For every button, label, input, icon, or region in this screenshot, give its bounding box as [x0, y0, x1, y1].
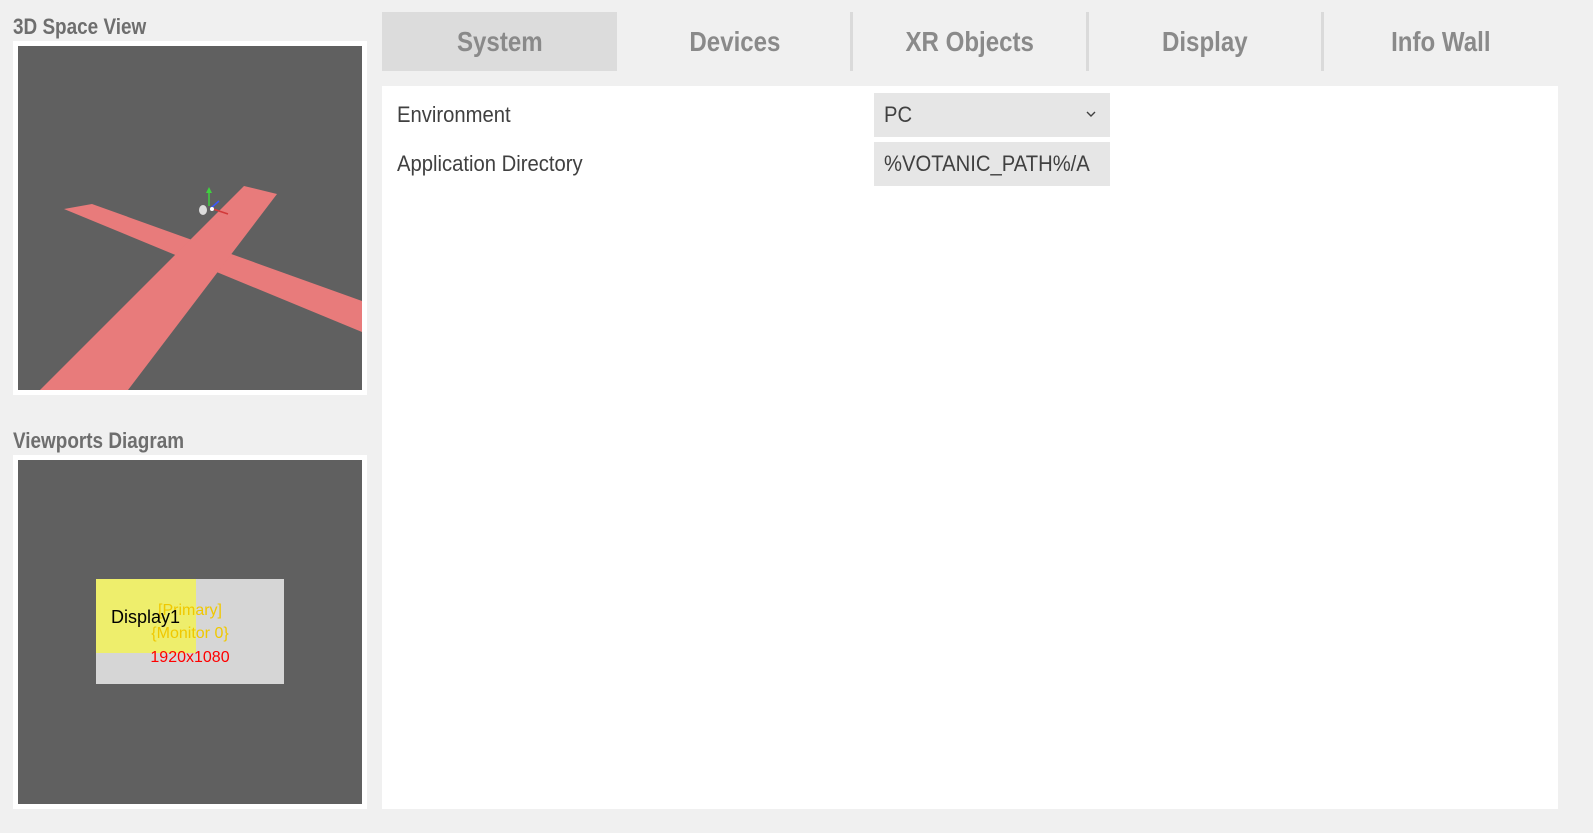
floor-cross-strip-b — [40, 186, 277, 390]
tab-bar: System Devices XR Objects Display Info W… — [382, 12, 1558, 71]
space-view-canvas[interactable] — [18, 46, 362, 390]
resolution-label: 1920x1080 — [150, 649, 229, 666]
tab-separator — [1085, 12, 1089, 71]
environment-value: PC — [884, 102, 913, 127]
environment-select[interactable]: PC — [874, 93, 1110, 137]
tab-info-wall-label: Info Wall — [1390, 25, 1491, 57]
environment-label: Environment — [397, 102, 511, 127]
tab-system[interactable]: System — [382, 12, 618, 71]
viewports-diagram-svg: [Primary] {Monitor 0} 1920x1080 Display1 — [96, 579, 284, 684]
tab-info-wall[interactable]: Info Wall — [1320, 12, 1558, 71]
monitor-label: {Monitor 0} — [151, 625, 229, 642]
tab-devices[interactable]: Devices — [617, 12, 852, 71]
space-view-title: 3D Space View — [13, 14, 147, 39]
display-name-label: Display1 — [111, 607, 180, 627]
tab-display-label: Display — [1162, 25, 1249, 57]
app-directory-input[interactable]: %VOTANIC_PATH%/A — [874, 142, 1110, 186]
viewports-diagram-canvas[interactable]: [Primary] {Monitor 0} 1920x1080 Display1 — [18, 460, 362, 804]
tab-xr-objects[interactable]: XR Objects — [850, 12, 1087, 71]
chevron-down-icon — [1086, 111, 1096, 117]
tab-devices-label: Devices — [689, 25, 781, 57]
system-settings-panel: Environment PC Application Directory %VO… — [382, 86, 1558, 809]
app-directory-value: %VOTANIC_PATH%/A — [884, 151, 1090, 176]
tab-xr-objects-label: XR Objects — [905, 25, 1035, 57]
app-directory-label: Application Directory — [397, 151, 583, 176]
tab-separator — [1320, 12, 1324, 71]
tab-separator — [850, 12, 854, 71]
space-view-frame[interactable] — [13, 41, 367, 395]
space-view-scene — [40, 186, 362, 390]
tab-system-label: System — [456, 25, 543, 57]
viewports-diagram-frame[interactable]: [Primary] {Monitor 0} 1920x1080 Display1 — [13, 455, 367, 809]
viewports-diagram-title: Viewports Diagram — [13, 428, 185, 453]
tab-display[interactable]: Display — [1085, 12, 1323, 71]
